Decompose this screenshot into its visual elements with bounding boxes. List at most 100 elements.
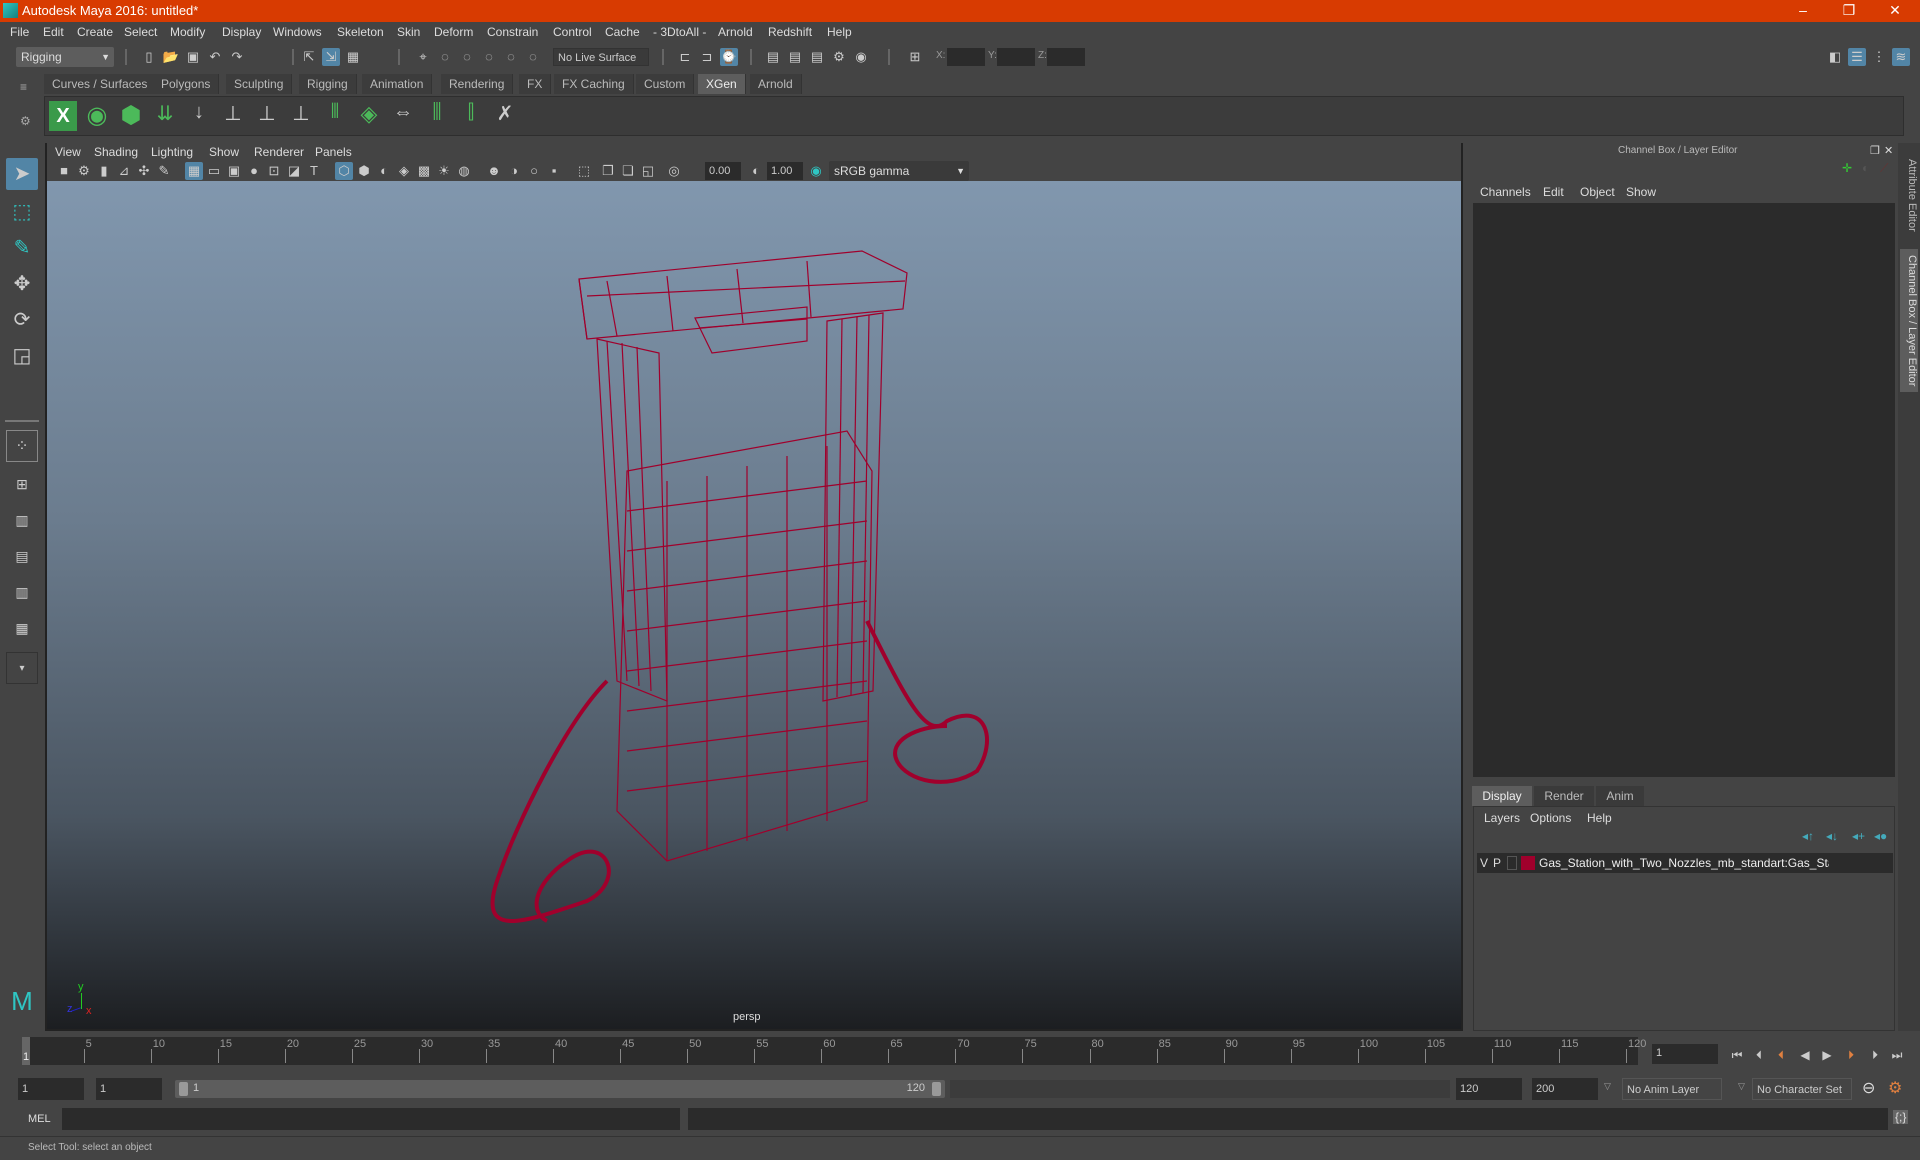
exposure-icon[interactable]: ◎ <box>665 162 683 180</box>
float-panel-icon[interactable]: ❐ <box>1870 144 1880 157</box>
shelf-tab-curves-surfaces[interactable]: Curves / Surfaces <box>44 74 157 94</box>
redo-icon[interactable]: ↷ <box>228 48 246 66</box>
ipr-render-icon[interactable]: ▤ <box>808 48 826 66</box>
persp-graph-layout-icon[interactable]: ▤ <box>6 540 38 572</box>
wireframe-on-shaded-icon[interactable]: ◐ <box>375 162 393 180</box>
xgen-select-guide-icon[interactable]: ⫼ <box>423 101 451 131</box>
step-back-frame-icon[interactable]: ⏴ <box>1772 1046 1790 1064</box>
gate-mask-icon[interactable]: ● <box>245 162 263 180</box>
paint-select-tool-icon[interactable]: ✎ <box>6 232 38 264</box>
lights-icon[interactable]: ☀ <box>435 162 453 180</box>
render-frame-icon[interactable]: ▤ <box>764 48 782 66</box>
time-slider[interactable]: 1 5 10 15 20 25 30 35 40 45 50 55 60 65 70 75 80 85 90 95 1… <box>22 1037 1646 1065</box>
side-tab-attribute-editor[interactable]: Attribute Editor <box>1900 153 1918 238</box>
viewport-menu-lighting[interactable]: Lighting <box>151 145 193 159</box>
menu-deform[interactable]: Deform <box>434 25 473 39</box>
image-plane-icon[interactable]: ⊿ <box>115 162 133 180</box>
grid-icon[interactable]: ▦ <box>185 162 203 180</box>
channel-box-toggle-icon[interactable]: ≋ <box>1892 48 1910 66</box>
scale-tool-icon[interactable]: ◲ <box>6 340 38 372</box>
modeling-toolkit-icon[interactable]: ◧ <box>1826 48 1844 66</box>
x-coord-field[interactable] <box>947 48 985 66</box>
xgen-editor-icon[interactable]: X <box>49 101 77 131</box>
layer-tab-render[interactable]: Render <box>1534 786 1594 806</box>
xgen-guides-icon[interactable]: ⫴ <box>321 101 349 131</box>
shelf-tab-polygons[interactable]: Polygons <box>153 74 220 94</box>
construction-history-icon[interactable]: ⌚ <box>720 48 738 66</box>
new-scene-icon[interactable]: ▯ <box>140 48 158 66</box>
attribute-editor-toggle-icon[interactable]: ☰ <box>1848 48 1866 66</box>
hypershade-icon[interactable]: ◉ <box>852 48 870 66</box>
xgen-lock-guide-icon[interactable]: ⊥ <box>287 101 315 131</box>
restore-button[interactable]: ❐ <box>1826 0 1872 22</box>
select-camera-icon[interactable]: ■ <box>55 162 73 180</box>
playback-start-field[interactable]: 1 <box>96 1078 162 1100</box>
input-ops-icon[interactable]: ⊏ <box>676 48 694 66</box>
auto-key-icon[interactable]: ⊖ <box>1862 1078 1875 1098</box>
viewport-menu-shading[interactable]: Shading <box>94 145 138 159</box>
menu-arnold[interactable]: Arnold <box>718 25 753 39</box>
scene-end-field[interactable]: 200 <box>1532 1078 1598 1100</box>
color-management-toggle-icon[interactable]: ◉ <box>807 162 825 180</box>
command-mode-label[interactable]: MEL <box>28 1113 51 1125</box>
z-coord-field[interactable] <box>1047 48 1085 66</box>
channels-menu-edit[interactable]: Edit <box>1543 185 1564 199</box>
move-layer-down-icon[interactable]: ◂↓ <box>1826 829 1838 843</box>
new-layer-icon[interactable]: ◂+ <box>1852 829 1865 843</box>
y-coord-field[interactable] <box>997 48 1035 66</box>
shelf-menu-icon[interactable]: ≡ <box>20 80 32 94</box>
viewport-scene[interactable]: y z x persp <box>47 181 1461 1029</box>
menu-constrain[interactable]: Constrain <box>487 25 538 39</box>
menu-cache[interactable]: Cache <box>605 25 640 39</box>
layout-more-icon[interactable]: ▾ <box>6 652 38 684</box>
xgen-preview-icon[interactable]: ◉ <box>83 101 111 131</box>
menu-control[interactable]: Control <box>553 25 592 39</box>
play-forwards-icon[interactable]: ▶ <box>1818 1046 1836 1064</box>
menu-edit[interactable]: Edit <box>43 25 64 39</box>
channels-menu-channels[interactable]: Channels <box>1480 185 1531 199</box>
hyper-tools-icon[interactable]: ⟋ <box>1880 161 1888 176</box>
shelf-tab-fx[interactable]: FX <box>519 74 552 94</box>
channel-speed-icon[interactable]: ◐ <box>1862 161 1869 175</box>
move-tool-icon[interactable]: ✥ <box>6 268 38 300</box>
xgen-add-guide-icon[interactable]: ⊥ <box>219 101 247 131</box>
shelf-tab-custom[interactable]: Custom <box>636 74 695 94</box>
four-view-layout-icon[interactable]: ⊞ <box>6 468 38 500</box>
shelf-tab-arnold[interactable]: Arnold <box>750 74 802 94</box>
shelf-settings-icon[interactable]: ⚙ <box>20 114 32 128</box>
layer-playback-toggle[interactable]: P <box>1493 856 1501 870</box>
grease-pencil-icon[interactable]: ✎ <box>155 162 173 180</box>
select-component-icon[interactable]: ▦ <box>344 48 362 66</box>
shelf-tab-fx-caching[interactable]: FX Caching <box>554 74 634 94</box>
menu-help[interactable]: Help <box>827 25 852 39</box>
shelf-tab-rigging[interactable]: Rigging <box>299 74 357 94</box>
xgen-clear-preview-icon[interactable]: ⬢ <box>117 101 145 131</box>
xray-icon[interactable]: ◈ <box>395 162 413 180</box>
move-layer-up-icon[interactable]: ◂↑ <box>1802 829 1814 843</box>
bookmark-icon[interactable]: ▮ <box>95 162 113 180</box>
persp-outliner-graph-layout-icon[interactable]: ▦ <box>6 612 38 644</box>
resolution-gate-icon[interactable]: ▣ <box>225 162 243 180</box>
safe-title-icon[interactable]: T <box>305 162 323 180</box>
tool-settings-icon[interactable]: ⋮ <box>1870 48 1888 66</box>
menu-select[interactable]: Select <box>124 25 157 39</box>
menu-modify[interactable]: Modify <box>170 25 205 39</box>
textured-icon[interactable]: ▩ <box>415 162 433 180</box>
safe-action-icon[interactable]: ◪ <box>285 162 303 180</box>
close-panel-icon[interactable]: ✕ <box>1884 144 1893 157</box>
range-slider[interactable]: 1 120 <box>175 1080 945 1098</box>
snap-curve-icon[interactable]: ◌ <box>436 48 454 66</box>
select-hierarchy-icon[interactable]: ⇱ <box>300 48 318 66</box>
character-set-chevron-icon[interactable]: ▽ <box>1738 1081 1745 1092</box>
shelf-tab-animation[interactable]: Animation <box>362 74 433 94</box>
layers-menu-layers[interactable]: Layers <box>1484 811 1520 825</box>
viewport-menu-view[interactable]: View <box>55 145 81 159</box>
rotate-tool-icon[interactable]: ⟳ <box>6 304 38 336</box>
playback-end-field[interactable]: 120 <box>1456 1078 1522 1100</box>
layer-row[interactable]: V P Gas_Station_with_Two_Nozzles_mb_stan… <box>1477 853 1893 873</box>
motion-blur-icon[interactable]: ◑ <box>505 162 523 180</box>
camera-attributes-icon[interactable]: ⚙ <box>75 162 93 180</box>
command-input[interactable] <box>62 1108 680 1130</box>
render-sequence-icon[interactable]: ▤ <box>786 48 804 66</box>
animation-preferences-icon[interactable]: ⚙ <box>1888 1078 1902 1098</box>
